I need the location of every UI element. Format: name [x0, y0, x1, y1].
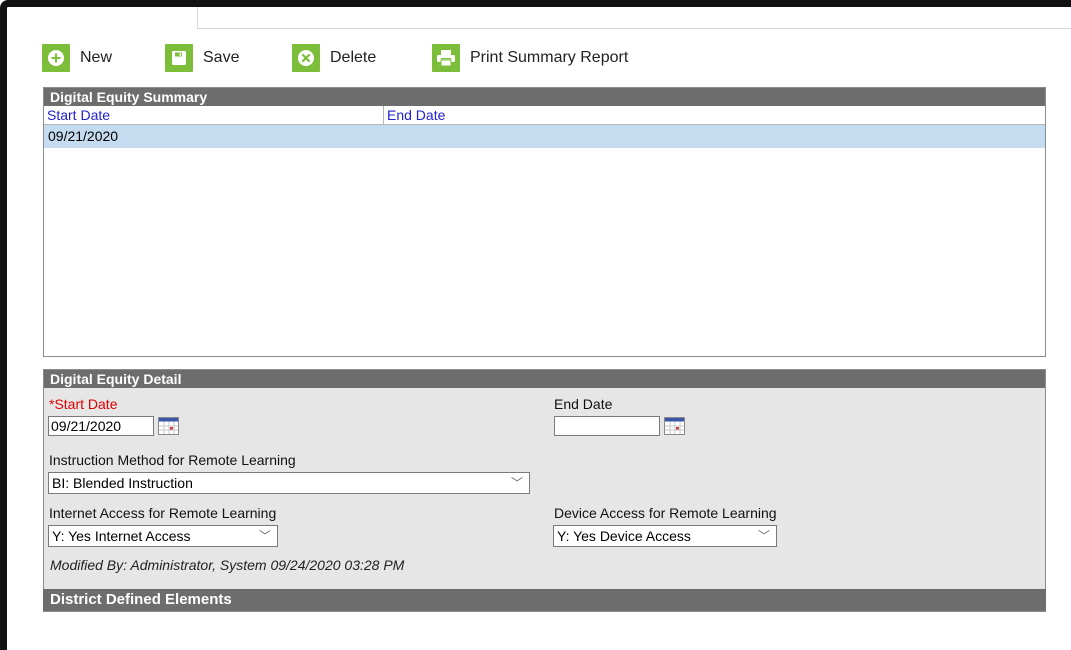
- digital-equity-summary-panel: Digital Equity Summary Start Date End Da…: [43, 87, 1046, 357]
- chevron-down-icon: ﹀: [510, 476, 523, 490]
- print-summary-report-button[interactable]: Print Summary Report: [432, 43, 628, 73]
- digital-equity-detail-panel: Digital Equity Detail *Start Date End Da…: [43, 369, 1046, 612]
- modified-by-text: Modified By: Administrator, System 09/24…: [50, 557, 405, 573]
- new-button-label: New: [80, 49, 113, 66]
- chevron-down-icon: ﹀: [757, 529, 770, 543]
- chevron-down-icon: ﹀: [258, 529, 271, 543]
- detail-panel-title: Digital Equity Detail: [44, 370, 1045, 388]
- plus-circle-icon: [42, 44, 70, 72]
- save-button-label: Save: [203, 49, 240, 66]
- device-access-select[interactable]: Y: Yes Device Access ﹀: [553, 525, 777, 547]
- start-date-calendar-icon[interactable]: [158, 417, 179, 435]
- table-row[interactable]: 09/21/2020: [44, 125, 1045, 148]
- floppy-disk-icon: [165, 44, 193, 72]
- summary-grid-header: Start Date End Date: [44, 106, 1045, 125]
- device-access-label: Device Access for Remote Learning: [554, 505, 777, 521]
- start-date-input[interactable]: [48, 416, 154, 436]
- instruction-method-select[interactable]: BI: Blended Instruction ﹀: [48, 472, 530, 494]
- new-button[interactable]: New: [42, 43, 112, 73]
- end-date-calendar-icon[interactable]: [664, 417, 685, 435]
- top-bar: [197, 7, 1071, 29]
- internet-access-label: Internet Access for Remote Learning: [49, 505, 277, 521]
- app-frame: New Save Delete Print Summary Report Dig…: [0, 0, 1071, 650]
- row-start-date: 09/21/2020: [48, 128, 119, 144]
- instruction-method-label: Instruction Method for Remote Learning: [49, 452, 296, 468]
- end-date-input[interactable]: [554, 416, 660, 436]
- internet-access-value: Y: Yes Internet Access: [52, 528, 191, 544]
- instruction-method-value: BI: Blended Instruction: [52, 475, 193, 491]
- district-defined-elements-header[interactable]: District Defined Elements: [43, 589, 1046, 611]
- print-summary-report-label: Print Summary Report: [470, 49, 629, 66]
- column-header-end-date[interactable]: End Date: [384, 106, 445, 124]
- x-circle-icon: [292, 44, 320, 72]
- printer-icon: [432, 44, 460, 72]
- column-header-start-date[interactable]: Start Date: [44, 106, 384, 124]
- internet-access-select[interactable]: Y: Yes Internet Access ﹀: [48, 525, 278, 547]
- device-access-value: Y: Yes Device Access: [557, 528, 691, 544]
- summary-panel-title: Digital Equity Summary: [44, 88, 1045, 106]
- save-button[interactable]: Save: [165, 43, 239, 73]
- delete-button-label: Delete: [330, 49, 377, 66]
- end-date-label: End Date: [554, 396, 613, 412]
- delete-button[interactable]: Delete: [292, 43, 376, 73]
- start-date-label: *Start Date: [49, 396, 118, 412]
